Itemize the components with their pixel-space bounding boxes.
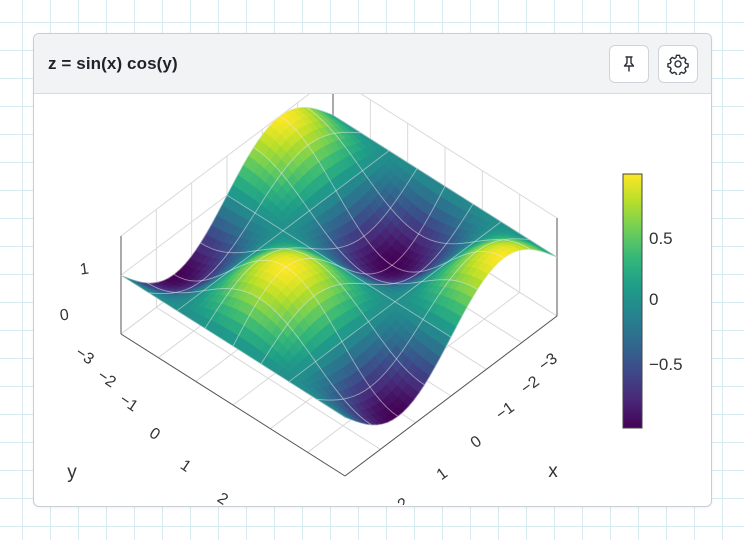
z-tick-label: 1 — [79, 260, 90, 278]
x-tick-label: −2 — [518, 373, 543, 398]
surface-mesh — [120, 106, 558, 426]
pin-icon — [621, 55, 637, 73]
colorbar-gradient — [622, 173, 643, 429]
surface-plot[interactable]: 1 0 −3 −2 −1 0 1 2 −3 −2 −1 0 1 2 y x 0.… — [34, 94, 711, 505]
x-tick-label: 0 — [468, 433, 485, 452]
x-tick-label: 2 — [395, 495, 412, 505]
chart-card: z = sin(x) cos(y) 1 0 −3 −2 −1 0 1 2 −3 … — [33, 33, 712, 507]
y-tick-label: 0 — [146, 425, 163, 444]
y-tick-label: −2 — [94, 367, 119, 391]
gear-icon — [667, 53, 689, 75]
x-axis-title: x — [548, 461, 558, 482]
x-tick-label: −3 — [536, 350, 561, 375]
plot-area[interactable]: 1 0 −3 −2 −1 0 1 2 −3 −2 −1 0 1 2 y x 0.… — [34, 94, 711, 505]
y-tick-label: 1 — [177, 457, 194, 476]
card-header: z = sin(x) cos(y) — [34, 34, 711, 94]
settings-button[interactable] — [658, 44, 698, 83]
pin-button[interactable] — [609, 44, 649, 83]
chart-title: z = sin(x) cos(y) — [48, 53, 178, 73]
x-tick-label: −1 — [493, 399, 518, 424]
y-axis-title: y — [67, 462, 77, 483]
colorbar: 0.5 0 −0.5 — [622, 173, 683, 429]
colorbar-tick-label: 0 — [649, 290, 658, 309]
colorbar-tick-label: 0.5 — [649, 229, 673, 248]
header-actions — [609, 44, 698, 83]
z-tick-label: 0 — [59, 306, 70, 324]
y-tick-label: −1 — [116, 391, 141, 415]
y-tick-label: 2 — [214, 490, 231, 505]
x-tick-label: 1 — [434, 465, 451, 484]
y-tick-label: −3 — [72, 344, 97, 368]
colorbar-tick-label: −0.5 — [649, 355, 683, 374]
